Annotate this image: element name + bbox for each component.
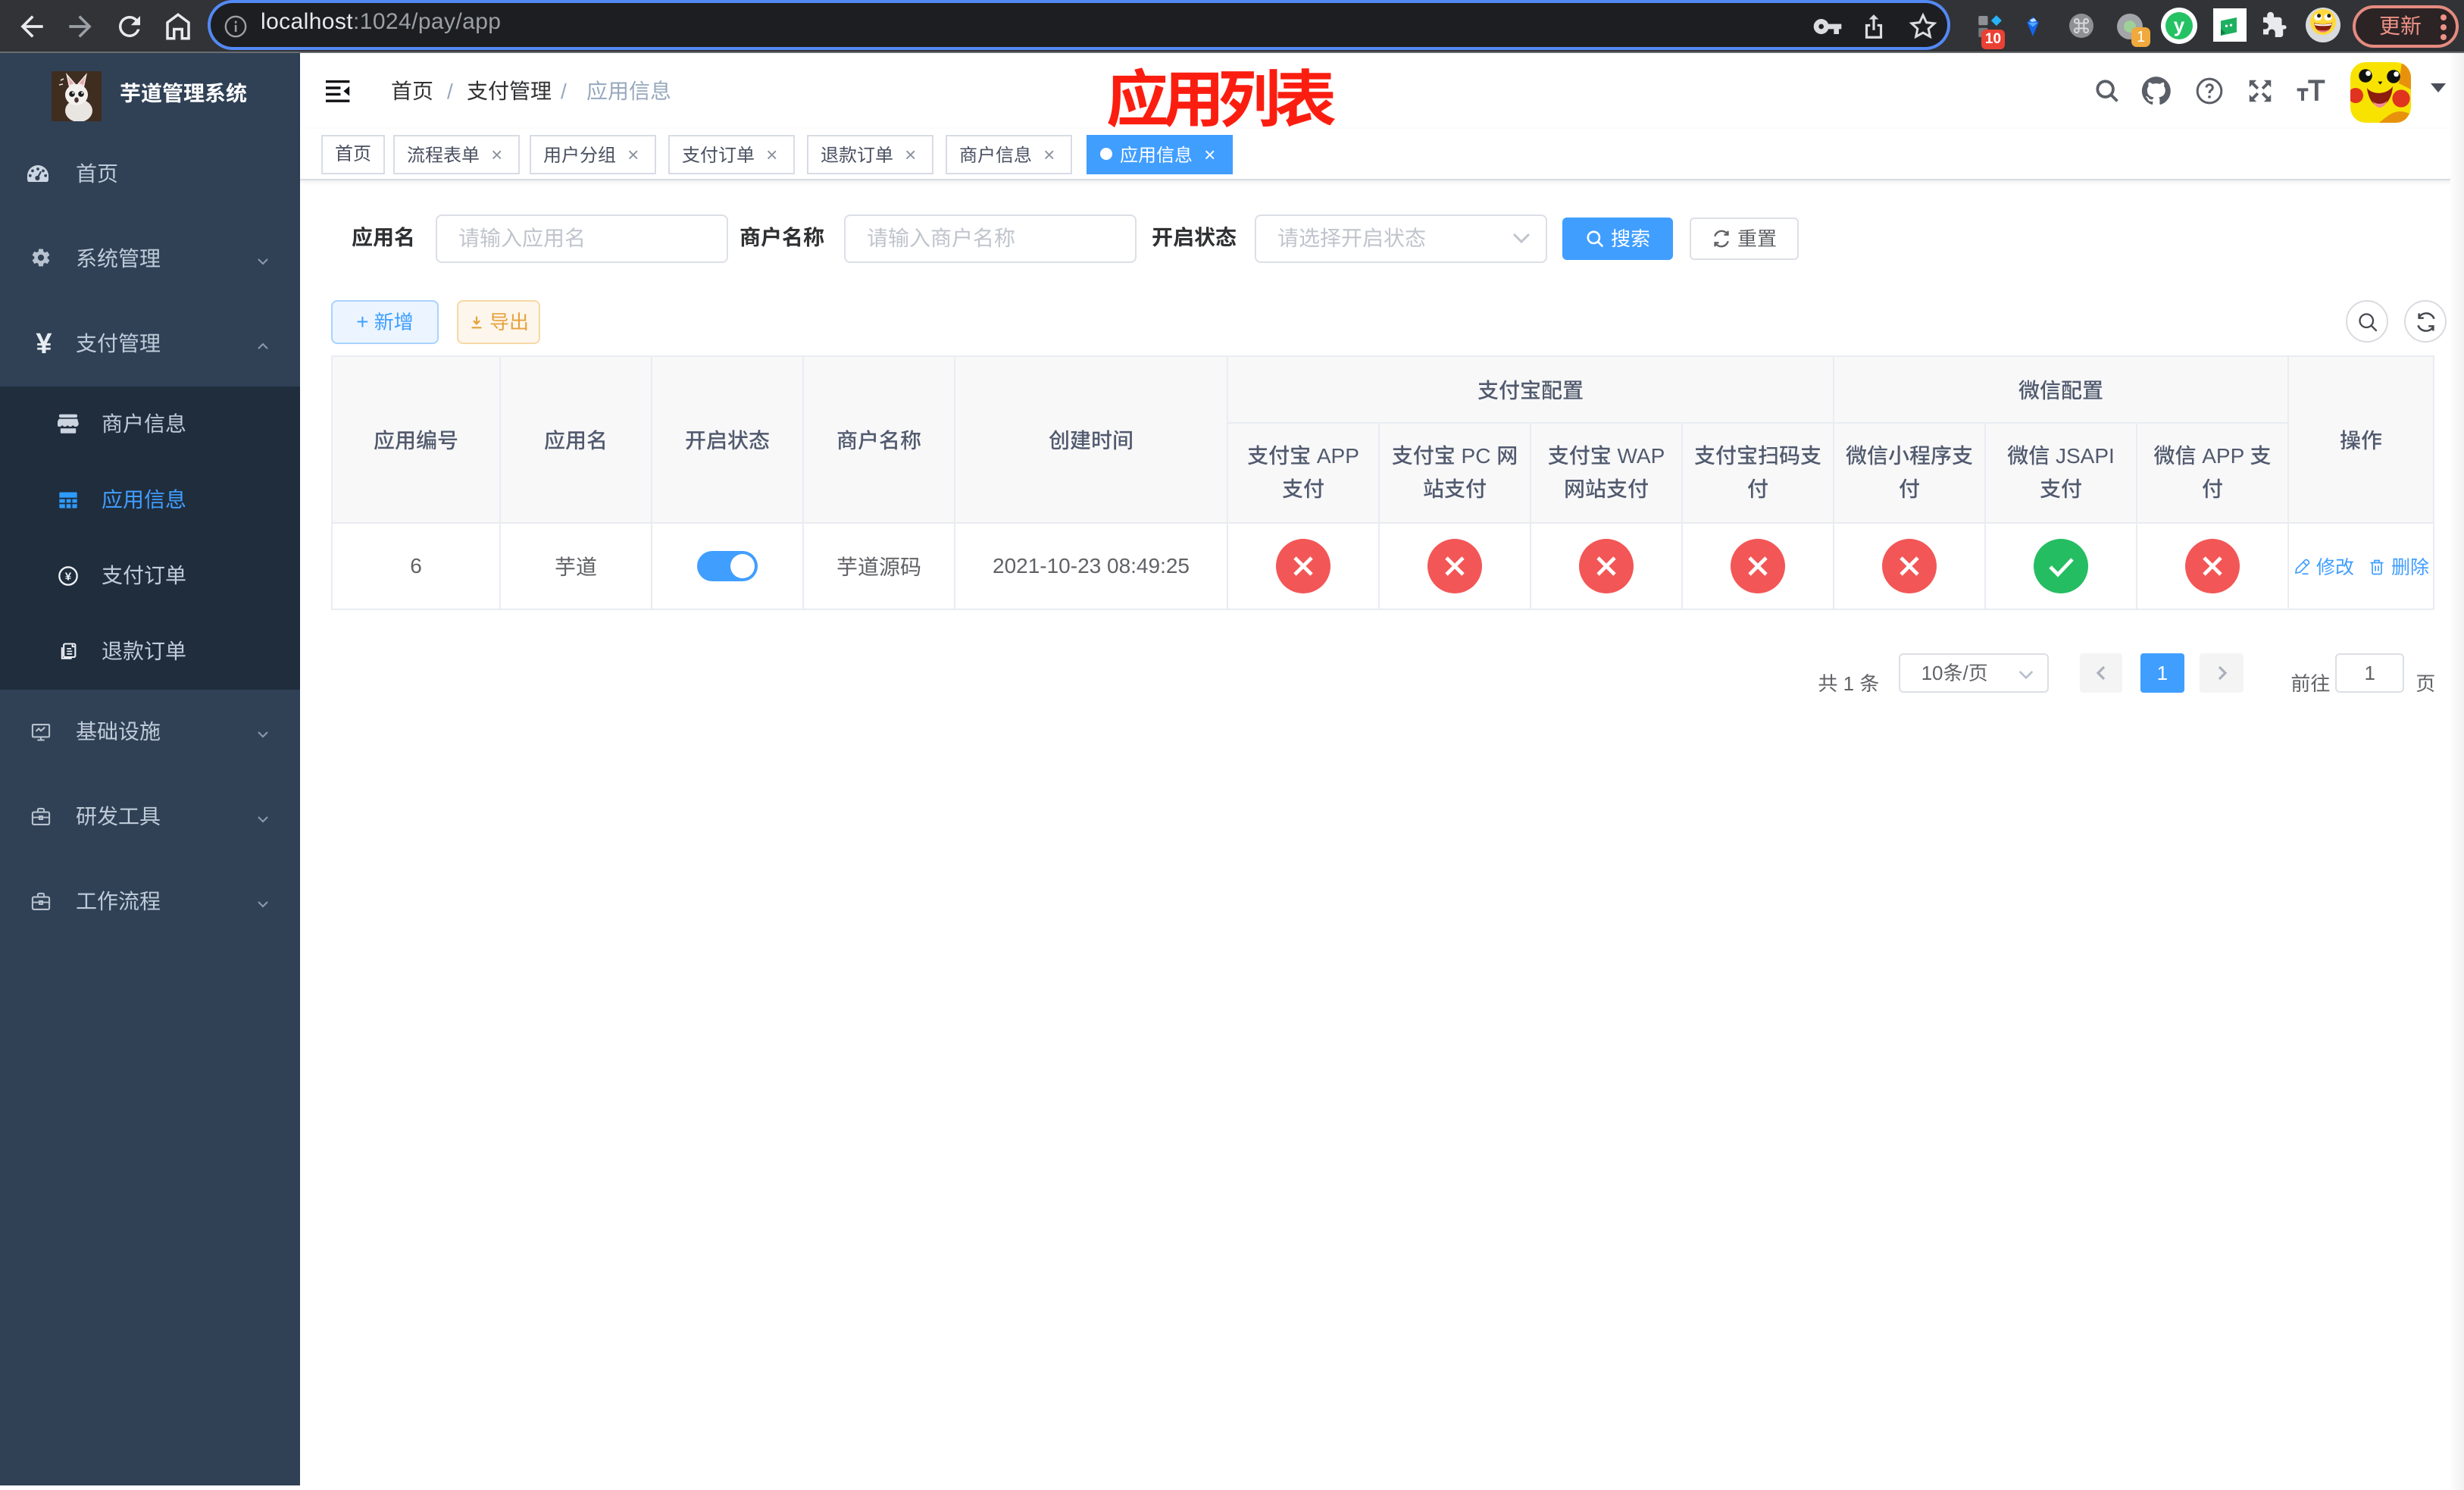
svg-text:¥: ¥ <box>65 571 72 584</box>
